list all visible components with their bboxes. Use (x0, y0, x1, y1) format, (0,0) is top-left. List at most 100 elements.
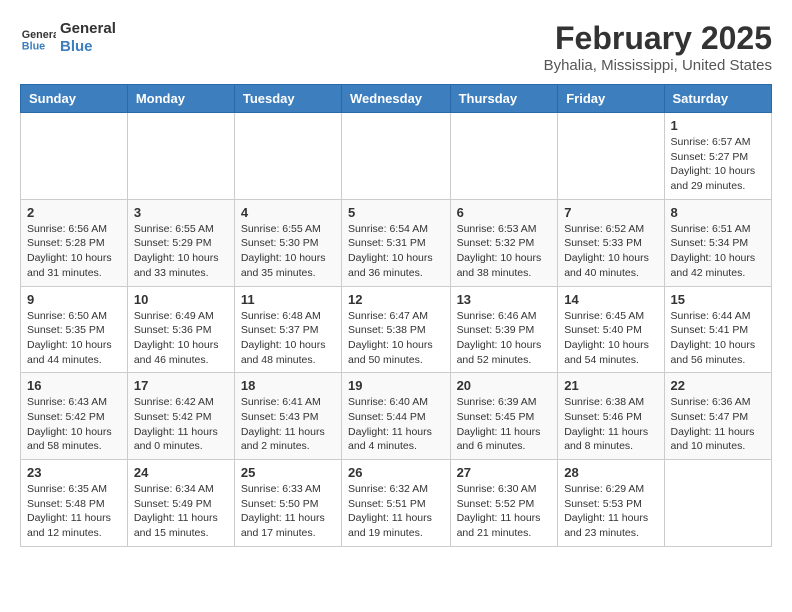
day-cell: 10 Sunrise: 6:49 AM Sunset: 5:36 PM Dayli… (127, 286, 234, 373)
day-number: 13 (457, 292, 552, 307)
day-cell (21, 113, 128, 200)
logo-icon: General Blue (20, 20, 56, 56)
day-info: Sunrise: 6:40 AM Sunset: 5:44 PM Dayligh… (348, 395, 444, 454)
day-info: Sunrise: 6:47 AM Sunset: 5:38 PM Dayligh… (348, 309, 444, 368)
day-info: Sunrise: 6:51 AM Sunset: 5:34 PM Dayligh… (671, 222, 765, 281)
day-cell: 21 Sunrise: 6:38 AM Sunset: 5:46 PM Dayli… (558, 373, 664, 460)
day-cell: 2Sunrise: 6:56 AM Sunset: 5:28 PM Daylig… (21, 199, 128, 286)
day-info: Sunrise: 6:49 AM Sunset: 5:36 PM Dayligh… (134, 309, 228, 368)
day-info: Sunrise: 6:38 AM Sunset: 5:46 PM Dayligh… (564, 395, 657, 454)
day-cell (234, 113, 341, 200)
day-cell: 15 Sunrise: 6:44 AM Sunset: 5:41 PM Dayli… (664, 286, 771, 373)
day-info: Sunrise: 6:45 AM Sunset: 5:40 PM Dayligh… (564, 309, 657, 368)
weekday-header-wednesday: Wednesday (342, 85, 451, 113)
day-info: Sunrise: 6:30 AM Sunset: 5:52 PM Dayligh… (457, 482, 552, 541)
day-cell: 25Sunrise: 6:33 AM Sunset: 5:50 PM Dayli… (234, 460, 341, 547)
day-cell: 11 Sunrise: 6:48 AM Sunset: 5:37 PM Dayli… (234, 286, 341, 373)
day-number: 10 (134, 292, 228, 307)
svg-text:General: General (22, 29, 56, 41)
day-number: 23 (27, 465, 121, 480)
day-cell: 23Sunrise: 6:35 AM Sunset: 5:48 PM Dayli… (21, 460, 128, 547)
day-cell: 14Sunrise: 6:45 AM Sunset: 5:40 PM Dayli… (558, 286, 664, 373)
day-number: 3 (134, 205, 228, 220)
day-cell: 6 Sunrise: 6:53 AM Sunset: 5:32 PM Daylig… (450, 199, 558, 286)
day-info: Sunrise: 6:57 AM Sunset: 5:27 PM Dayligh… (671, 135, 765, 194)
week-row-3: 9Sunrise: 6:50 AM Sunset: 5:35 PM Daylig… (21, 286, 772, 373)
day-cell: 8 Sunrise: 6:51 AM Sunset: 5:34 PM Daylig… (664, 199, 771, 286)
title-area: February 2025 Byhalia, Mississippi, Unit… (544, 20, 772, 74)
day-cell: 16 Sunrise: 6:43 AM Sunset: 5:42 PM Dayli… (21, 373, 128, 460)
day-cell: 19 Sunrise: 6:40 AM Sunset: 5:44 PM Dayli… (342, 373, 451, 460)
day-info: Sunrise: 6:55 AM Sunset: 5:29 PM Dayligh… (134, 222, 228, 281)
day-cell: 20 Sunrise: 6:39 AM Sunset: 5:45 PM Dayli… (450, 373, 558, 460)
day-number: 19 (348, 378, 444, 393)
week-row-1: 1 Sunrise: 6:57 AM Sunset: 5:27 PM Daylig… (21, 113, 772, 200)
day-cell: 26 Sunrise: 6:32 AM Sunset: 5:51 PM Dayli… (342, 460, 451, 547)
day-info: Sunrise: 6:34 AM Sunset: 5:49 PM Dayligh… (134, 482, 228, 541)
weekday-header-tuesday: Tuesday (234, 85, 341, 113)
calendar-table: SundayMondayTuesdayWednesdayThursdayFrid… (20, 84, 772, 547)
day-cell (127, 113, 234, 200)
day-info: Sunrise: 6:44 AM Sunset: 5:41 PM Dayligh… (671, 309, 765, 368)
day-number: 1 (671, 118, 765, 133)
day-info: Sunrise: 6:55 AM Sunset: 5:30 PM Dayligh… (241, 222, 335, 281)
day-cell: 27Sunrise: 6:30 AM Sunset: 5:52 PM Dayli… (450, 460, 558, 547)
day-info: Sunrise: 6:53 AM Sunset: 5:32 PM Dayligh… (457, 222, 552, 281)
weekday-header-row: SundayMondayTuesdayWednesdayThursdayFrid… (21, 85, 772, 113)
day-info: Sunrise: 6:42 AM Sunset: 5:42 PM Dayligh… (134, 395, 228, 454)
weekday-header-friday: Friday (558, 85, 664, 113)
week-row-5: 23Sunrise: 6:35 AM Sunset: 5:48 PM Dayli… (21, 460, 772, 547)
day-number: 7 (564, 205, 657, 220)
weekday-header-sunday: Sunday (21, 85, 128, 113)
week-row-2: 2Sunrise: 6:56 AM Sunset: 5:28 PM Daylig… (21, 199, 772, 286)
day-info: Sunrise: 6:32 AM Sunset: 5:51 PM Dayligh… (348, 482, 444, 541)
day-cell: 7Sunrise: 6:52 AM Sunset: 5:33 PM Daylig… (558, 199, 664, 286)
day-cell: 4 Sunrise: 6:55 AM Sunset: 5:30 PM Daylig… (234, 199, 341, 286)
day-info: Sunrise: 6:36 AM Sunset: 5:47 PM Dayligh… (671, 395, 765, 454)
day-number: 15 (671, 292, 765, 307)
day-info: Sunrise: 6:33 AM Sunset: 5:50 PM Dayligh… (241, 482, 335, 541)
day-cell (450, 113, 558, 200)
day-cell: 9Sunrise: 6:50 AM Sunset: 5:35 PM Daylig… (21, 286, 128, 373)
day-number: 6 (457, 205, 552, 220)
day-number: 18 (241, 378, 335, 393)
day-cell: 1 Sunrise: 6:57 AM Sunset: 5:27 PM Daylig… (664, 113, 771, 200)
logo-general: General (60, 20, 116, 38)
month-title: February 2025 (544, 20, 772, 57)
day-number: 28 (564, 465, 657, 480)
weekday-header-thursday: Thursday (450, 85, 558, 113)
day-number: 8 (671, 205, 765, 220)
day-cell (664, 460, 771, 547)
svg-text:Blue: Blue (22, 41, 45, 53)
day-number: 5 (348, 205, 444, 220)
day-cell (342, 113, 451, 200)
day-number: 16 (27, 378, 121, 393)
day-info: Sunrise: 6:43 AM Sunset: 5:42 PM Dayligh… (27, 395, 121, 454)
day-info: Sunrise: 6:39 AM Sunset: 5:45 PM Dayligh… (457, 395, 552, 454)
day-info: Sunrise: 6:46 AM Sunset: 5:39 PM Dayligh… (457, 309, 552, 368)
day-number: 17 (134, 378, 228, 393)
day-cell: 12 Sunrise: 6:47 AM Sunset: 5:38 PM Dayli… (342, 286, 451, 373)
day-cell: 13 Sunrise: 6:46 AM Sunset: 5:39 PM Dayli… (450, 286, 558, 373)
day-number: 22 (671, 378, 765, 393)
day-number: 21 (564, 378, 657, 393)
day-number: 12 (348, 292, 444, 307)
day-info: Sunrise: 6:54 AM Sunset: 5:31 PM Dayligh… (348, 222, 444, 281)
day-info: Sunrise: 6:41 AM Sunset: 5:43 PM Dayligh… (241, 395, 335, 454)
day-number: 11 (241, 292, 335, 307)
day-info: Sunrise: 6:56 AM Sunset: 5:28 PM Dayligh… (27, 222, 121, 281)
location: Byhalia, Mississippi, United States (544, 57, 772, 74)
day-info: Sunrise: 6:50 AM Sunset: 5:35 PM Dayligh… (27, 309, 121, 368)
logo: General Blue General Blue (20, 20, 116, 56)
week-row-4: 16 Sunrise: 6:43 AM Sunset: 5:42 PM Dayli… (21, 373, 772, 460)
day-number: 24 (134, 465, 228, 480)
day-number: 20 (457, 378, 552, 393)
day-info: Sunrise: 6:48 AM Sunset: 5:37 PM Dayligh… (241, 309, 335, 368)
day-info: Sunrise: 6:29 AM Sunset: 5:53 PM Dayligh… (564, 482, 657, 541)
logo-blue: Blue (60, 38, 116, 56)
day-cell: 17 Sunrise: 6:42 AM Sunset: 5:42 PM Dayli… (127, 373, 234, 460)
day-number: 26 (348, 465, 444, 480)
day-number: 4 (241, 205, 335, 220)
day-cell: 28 Sunrise: 6:29 AM Sunset: 5:53 PM Dayli… (558, 460, 664, 547)
day-cell (558, 113, 664, 200)
